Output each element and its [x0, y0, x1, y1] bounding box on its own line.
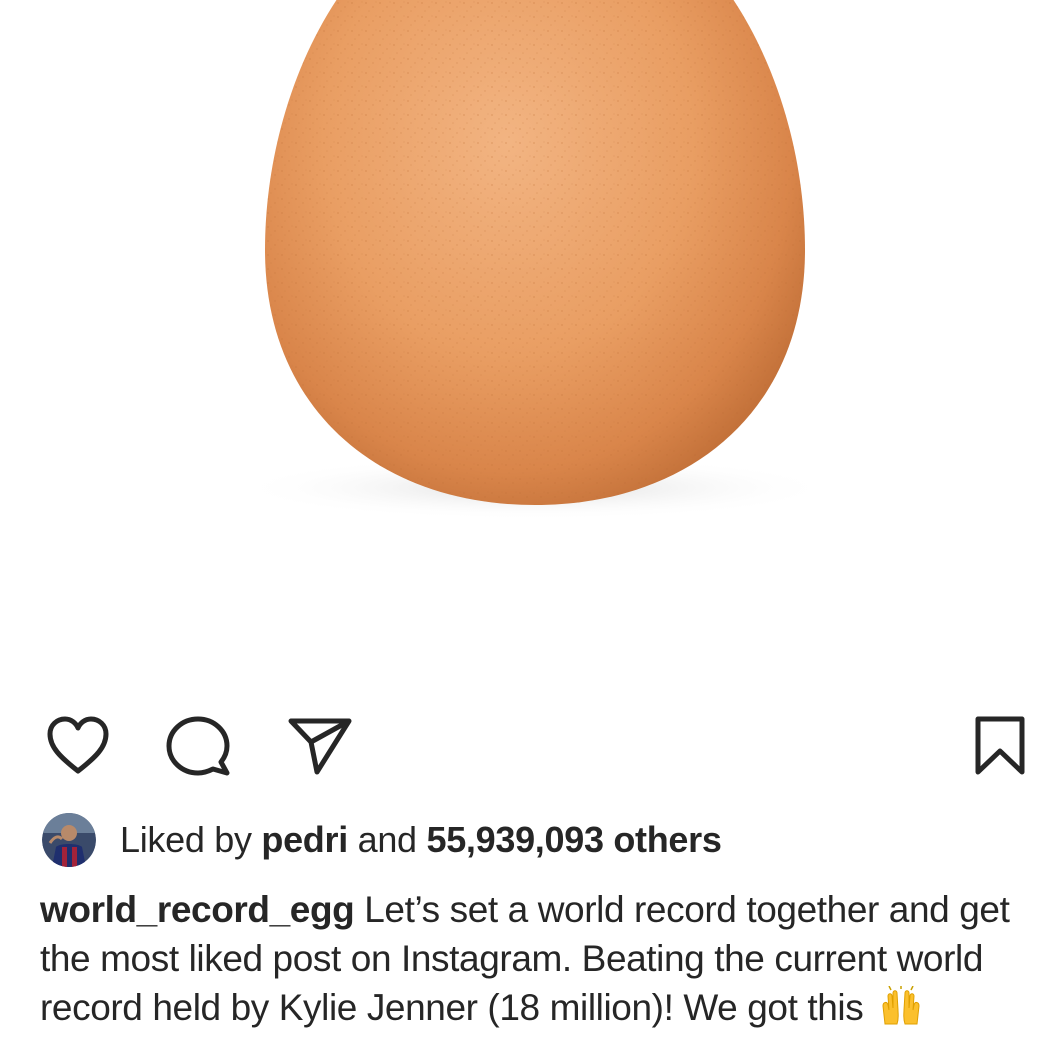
share-button[interactable] — [286, 712, 354, 780]
likes-count[interactable]: 55,939,093 others — [426, 819, 721, 860]
like-button[interactable] — [44, 712, 112, 780]
liker-avatar[interactable] — [42, 813, 96, 867]
post-image[interactable] — [0, 0, 1057, 690]
raising-hands-icon — [879, 985, 923, 1038]
bookmark-icon — [975, 716, 1025, 775]
likes-prefix: Liked by — [120, 819, 252, 860]
heart-icon — [47, 716, 109, 774]
post-caption: world_record_egg Let’s set a world recor… — [40, 885, 1040, 1038]
paper-plane-icon — [288, 718, 352, 775]
likes-text: Liked by pedri and 55,939,093 others — [120, 819, 722, 861]
likes-connector: and — [357, 819, 417, 860]
likes-summary[interactable]: Liked by pedri and 55,939,093 others — [42, 812, 722, 868]
speech-bubble-icon — [166, 716, 230, 776]
save-button[interactable] — [966, 712, 1034, 780]
avatar-image — [42, 813, 96, 867]
comment-button[interactable] — [164, 712, 232, 780]
caption-username[interactable]: world_record_egg — [40, 889, 355, 930]
liker-username[interactable]: pedri — [261, 819, 348, 860]
post-action-bar — [0, 700, 1057, 790]
egg-illustration — [235, 0, 835, 520]
